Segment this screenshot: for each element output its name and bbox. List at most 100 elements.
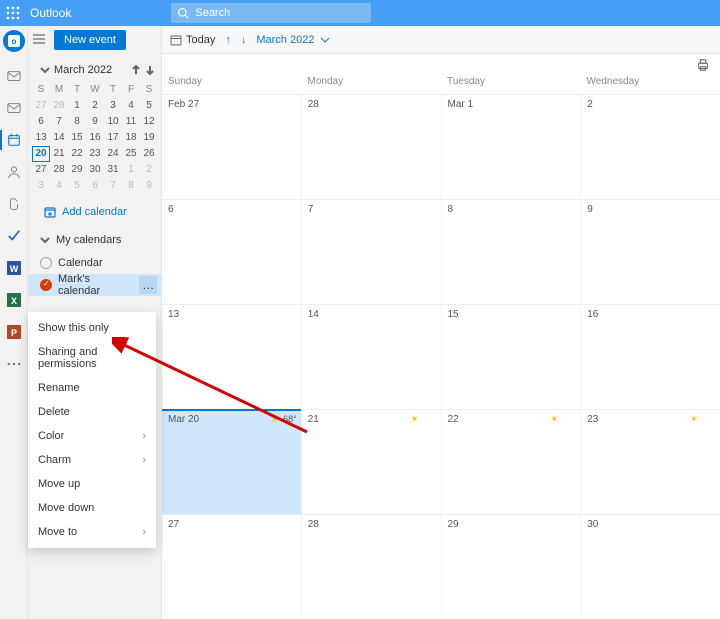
mini-cal-day[interactable]: 24 [104, 146, 122, 162]
mini-cal-day[interactable]: 25 [122, 146, 140, 162]
mini-cal-day[interactable]: 30 [86, 162, 104, 178]
mini-cal-day[interactable]: 27 [32, 98, 50, 114]
mini-cal-day[interactable]: 18 [122, 130, 140, 146]
mini-cal-day[interactable]: 20 [32, 146, 50, 162]
mini-cal-day[interactable]: 9 [86, 114, 104, 130]
grid-day-cell[interactable]: 21☀ [302, 410, 442, 514]
grid-day-cell[interactable]: Mar 20☀68° [162, 410, 302, 514]
add-calendar-button[interactable]: Add calendar [28, 198, 161, 226]
context-menu-item[interactable]: Charm› [28, 448, 156, 472]
rail-word-icon[interactable]: W [0, 254, 28, 282]
print-icon[interactable] [696, 58, 710, 72]
calendar-item-marks-calendar[interactable]: Mark's calendar [28, 274, 161, 296]
mini-cal-day[interactable]: 10 [104, 114, 122, 130]
grid-day-cell[interactable]: 28 [302, 515, 442, 619]
new-event-button[interactable]: New event [54, 30, 126, 50]
rail-files-icon[interactable] [0, 190, 28, 218]
rail-more-icon[interactable] [0, 350, 28, 378]
grid-day-cell[interactable]: 22☀ [442, 410, 582, 514]
mini-cal-day[interactable]: 8 [68, 114, 86, 130]
grid-day-cell[interactable]: Feb 27 [162, 95, 302, 199]
calendar-more-button[interactable] [139, 276, 157, 294]
context-menu-item[interactable]: Move to› [28, 520, 156, 544]
grid-day-cell[interactable]: 7 [302, 200, 442, 304]
rail-calendar-icon[interactable] [0, 126, 28, 154]
mini-cal-day[interactable]: 15 [68, 130, 86, 146]
grid-day-cell[interactable]: 15 [442, 305, 582, 409]
mini-cal-day[interactable]: 6 [86, 178, 104, 194]
mini-cal-day[interactable]: 9 [140, 178, 158, 194]
grid-day-cell[interactable]: 14 [302, 305, 442, 409]
context-menu-item[interactable]: Show this only [28, 316, 156, 340]
mini-cal-day[interactable]: 26 [140, 146, 158, 162]
mini-cal-day[interactable]: 5 [140, 98, 158, 114]
mini-cal-day[interactable]: 16 [86, 130, 104, 146]
mini-cal-day[interactable]: 22 [68, 146, 86, 162]
rail-people-icon[interactable] [0, 158, 28, 186]
mini-cal-day[interactable]: 2 [86, 98, 104, 114]
my-calendars-header[interactable]: My calendars [28, 226, 161, 252]
hamburger-button[interactable] [32, 32, 48, 48]
app-launcher[interactable] [0, 0, 26, 26]
grid-day-cell[interactable]: 6 [162, 200, 302, 304]
mini-cal-day[interactable]: 28 [50, 98, 68, 114]
mini-cal-day[interactable]: 7 [104, 178, 122, 194]
rail-mail-icon[interactable] [0, 62, 28, 90]
calendar-item-calendar[interactable]: Calendar [28, 252, 161, 274]
mini-cal-day[interactable]: 12 [140, 114, 158, 130]
grid-day-cell[interactable]: Mar 1 [442, 95, 582, 199]
grid-day-cell[interactable]: 13 [162, 305, 302, 409]
grid-day-cell[interactable]: 28 [302, 95, 442, 199]
mini-cal-day[interactable]: 14 [50, 130, 68, 146]
arrow-down-icon[interactable] [145, 65, 155, 75]
mini-cal-day[interactable]: 4 [122, 98, 140, 114]
search-input[interactable]: Search [171, 3, 371, 23]
mini-cal-day[interactable]: 3 [104, 98, 122, 114]
mini-cal-day[interactable]: 1 [68, 98, 86, 114]
mini-cal-day[interactable]: 27 [32, 162, 50, 178]
mini-cal-day[interactable]: 13 [32, 130, 50, 146]
context-menu-item[interactable]: Move up [28, 472, 156, 496]
next-arrow-icon[interactable]: ↓ [241, 34, 247, 46]
mini-cal-day[interactable]: 1 [122, 162, 140, 178]
grid-day-cell[interactable]: 2 [581, 95, 720, 199]
mini-cal-day[interactable]: 11 [122, 114, 140, 130]
mini-cal-day[interactable]: 19 [140, 130, 158, 146]
rail-powerpoint-icon[interactable]: P [0, 318, 28, 346]
mini-cal-day[interactable]: 29 [68, 162, 86, 178]
context-menu-item[interactable]: Move down [28, 496, 156, 520]
grid-day-cell[interactable]: 30 [581, 515, 720, 619]
mini-cal-day[interactable]: 6 [32, 114, 50, 130]
mini-cal-day[interactable]: 5 [68, 178, 86, 194]
context-menu-item[interactable]: Sharing and permissions [28, 340, 156, 376]
grid-day-cell[interactable]: 16 [581, 305, 720, 409]
mini-cal-day[interactable]: 7 [50, 114, 68, 130]
grid-day-cell[interactable]: 23☀ [581, 410, 720, 514]
mini-cal-day[interactable]: 8 [122, 178, 140, 194]
mini-cal-day[interactable]: 28 [50, 162, 68, 178]
month-picker[interactable]: March 2022 [256, 34, 330, 46]
chevron-down-icon[interactable] [40, 65, 50, 75]
grid-day-cell[interactable]: 9 [581, 200, 720, 304]
rail-mail2-icon[interactable] [0, 94, 28, 122]
outlook-brand-icon[interactable]: o [3, 30, 25, 52]
mini-cal-day[interactable]: 3 [32, 178, 50, 194]
rail-excel-icon[interactable]: X [0, 286, 28, 314]
mini-cal-day[interactable]: 17 [104, 130, 122, 146]
arrow-up-icon[interactable] [131, 65, 141, 75]
mini-cal-day[interactable]: 4 [50, 178, 68, 194]
grid-day-cell[interactable]: 27 [162, 515, 302, 619]
context-menu-item[interactable]: Delete [28, 400, 156, 424]
mini-cal-day[interactable]: 31 [104, 162, 122, 178]
grid-day-cell[interactable]: 8 [442, 200, 582, 304]
prev-arrow-icon[interactable]: ↑ [225, 34, 231, 46]
rail-todo-icon[interactable] [0, 222, 28, 250]
mini-cal-day[interactable]: 23 [86, 146, 104, 162]
today-button[interactable]: Today [170, 34, 215, 46]
context-menu-item[interactable]: Rename [28, 376, 156, 400]
mini-cal-day[interactable]: 21 [50, 146, 68, 162]
grid-day-cell[interactable]: 29 [442, 515, 582, 619]
mini-cal-day[interactable]: 2 [140, 162, 158, 178]
grid-week: 27282930 [162, 514, 720, 619]
context-menu-item[interactable]: Color› [28, 424, 156, 448]
